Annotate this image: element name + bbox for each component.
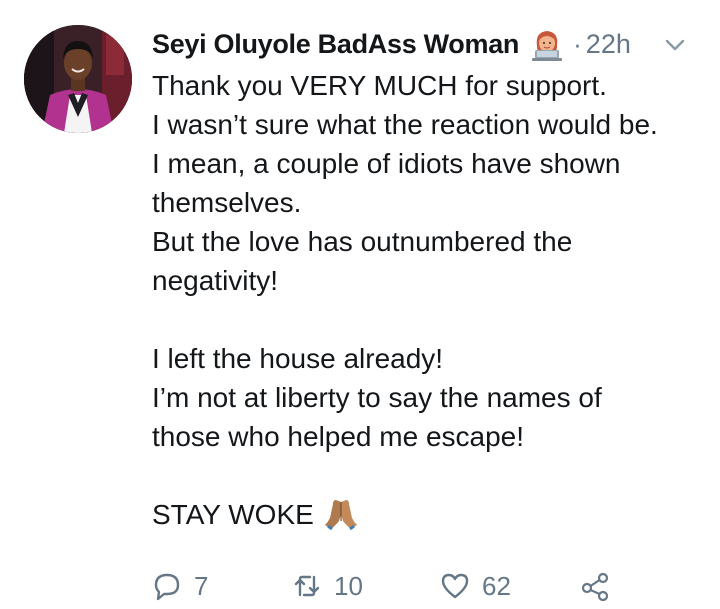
tweet-line [152,456,712,495]
tweet-line-text: STAY WOKE [152,499,314,530]
share-icon [580,571,610,602]
retweet-button[interactable]: 10 [292,568,363,604]
tweet-actions: 7 10 62 [152,568,712,604]
woman-technologist-emoji-icon [529,26,565,62]
reply-button[interactable]: 7 [152,568,208,604]
tweet-line: negativity! [152,265,279,296]
retweet-count: 10 [334,570,363,601]
tweet-line: themselves. [152,187,302,218]
tweet-line: Thank you VERY MUCH for support. [152,70,607,101]
tweet-line [152,300,712,339]
retweet-icon [292,571,322,601]
tweet-time[interactable]: 22h [586,29,631,60]
like-button[interactable]: 62 [440,568,511,604]
tweet-text: Thank you VERY MUCH for support. I wasn’… [152,66,712,534]
like-count: 62 [482,570,511,601]
tweet-header: Seyi Oluyole BadAss Woman · 22h [152,24,710,64]
heart-icon [440,571,470,601]
tweet-line-last: STAY WOKE [152,495,712,534]
folded-hands-emoji-icon [322,496,360,531]
share-button[interactable] [580,568,610,604]
tweet-line: I’m not at liberty to say the names of [152,382,602,413]
avatar[interactable] [24,25,132,133]
reply-icon [152,571,182,601]
separator-dot: · [573,28,582,59]
author-name[interactable]: Seyi Oluyole BadAss Woman [152,29,519,60]
tweet-line: I left the house already! [152,343,444,374]
tweet: Seyi Oluyole BadAss Woman · 22h Thank yo… [0,0,720,609]
tweet-line: those who helped me escape! [152,421,525,452]
reply-count: 7 [194,570,209,601]
tweet-line: But the love has outnumbered the [152,226,573,257]
tweet-line: I wasn’t sure what the reaction would be… [152,109,658,140]
tweet-line: I mean, a couple of idiots have shown [152,148,621,179]
chevron-down-icon[interactable] [662,32,688,58]
